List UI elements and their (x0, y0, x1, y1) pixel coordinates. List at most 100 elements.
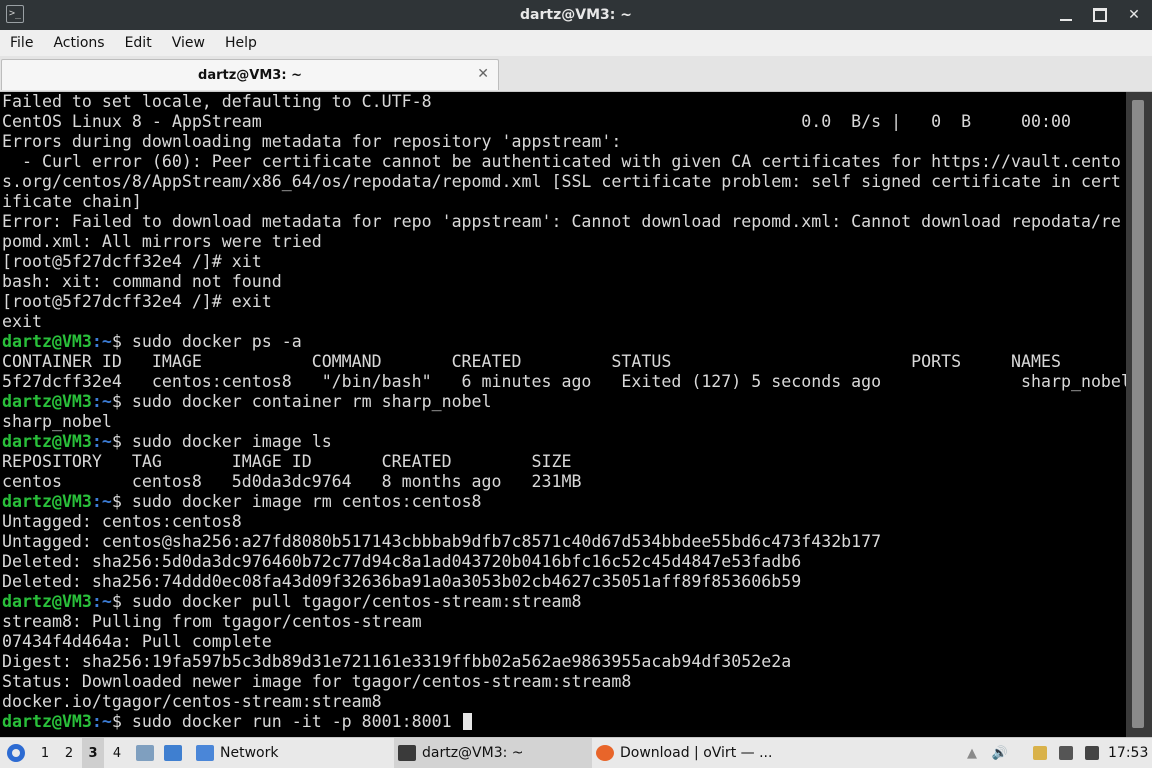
output-line: Untagged: centos:centos8 (2, 512, 1126, 532)
terminal-icon (398, 745, 416, 761)
eject-icon: ▲ (967, 745, 977, 761)
taskbar-network[interactable]: Network (192, 738, 392, 768)
output-line: s.org/centos/8/AppStream/x86_64/os/repod… (2, 172, 1126, 192)
terminal-app-icon[interactable]: >_ (6, 5, 24, 23)
files-launcher[interactable] (132, 738, 158, 768)
output-line: docker.io/tgagor/centos-stream:stream8 (2, 692, 1126, 712)
output-line: 5f27dcff32e4 centos:centos8 "/bin/bash" … (2, 372, 1126, 392)
line-text: - Curl error (60): Peer certificate cann… (2, 152, 1121, 171)
output-line: REPOSITORY TAG IMAGE ID CREATED SIZE (2, 452, 1126, 472)
maximize-icon[interactable] (1090, 5, 1110, 25)
menu-file[interactable]: File (0, 35, 43, 51)
line-text: stream8: Pulling from tgagor/centos-stre… (2, 612, 422, 631)
taskbar-terminal[interactable]: dartz@VM3: ~ (394, 738, 592, 768)
eject-tray[interactable]: ▲ (960, 738, 984, 768)
prompt-path: :~ (91, 712, 112, 731)
terminal-output[interactable]: Failed to set locale, defaulting to C.UT… (0, 92, 1126, 737)
menu-view[interactable]: View (162, 35, 215, 51)
menu-actions[interactable]: Actions (43, 35, 114, 51)
start-menu-icon (7, 744, 25, 762)
menu-edit[interactable]: Edit (115, 35, 162, 51)
taskbar-clock[interactable]: 17:53 (1108, 738, 1148, 768)
prompt-path: :~ (91, 432, 112, 451)
taskbar-firefox[interactable]: Download | oVirt — ... (592, 738, 796, 768)
prompt-path: :~ (91, 392, 112, 411)
line-text: [root@5f27dcff32e4 /]# exit (2, 292, 272, 311)
prompt-user: dartz@VM3 (2, 432, 92, 451)
output-line: Failed to set locale, defaulting to C.UT… (2, 92, 1126, 112)
title-bar[interactable]: >_ dartz@VM3: ~ ✕ (0, 0, 1152, 30)
task-label: Network (220, 745, 279, 761)
firefox-icon (596, 745, 614, 761)
window-title: dartz@VM3: ~ (520, 7, 632, 23)
power-tray[interactable] (1080, 738, 1104, 768)
prompt-user: dartz@VM3 (2, 332, 92, 351)
prompt-line: dartz@VM3:~$ sudo docker pull tgagor/cen… (2, 592, 1126, 612)
line-text: $ sudo docker image rm centos:centos8 (111, 492, 482, 511)
workspace-4[interactable]: 4 (106, 738, 128, 768)
line-text: bash: xit: command not found (2, 272, 282, 291)
output-line: CONTAINER ID IMAGE COMMAND CREATED STATU… (2, 352, 1126, 372)
tab-terminal[interactable]: dartz@VM3: ~ ✕ (1, 59, 499, 90)
line-text: Untagged: centos@sha256:a27fd8080b517143… (2, 532, 882, 551)
task-label: dartz@VM3: ~ (422, 745, 524, 761)
line-text: Error: Failed to download metadata for r… (2, 212, 1121, 231)
terminal-text: Failed to set locale, defaulting to C.UT… (0, 92, 1126, 732)
line-text: REPOSITORY TAG IMAGE ID CREATED SIZE (2, 452, 572, 471)
output-line: 07434f4d464a: Pull complete (2, 632, 1126, 652)
app-window: >_ dartz@VM3: ~ ✕ File Actions Edit View Hel… (0, 0, 1152, 768)
menu-help[interactable]: Help (215, 35, 267, 51)
output-line: ificate chain] (2, 192, 1126, 212)
close-icon[interactable]: ✕ (1124, 5, 1144, 25)
output-line: Untagged: centos@sha256:a27fd8080b517143… (2, 532, 1126, 552)
tab-close-icon[interactable]: ✕ (477, 66, 489, 82)
terminal-scrollbar[interactable] (1126, 92, 1152, 737)
volume-tray[interactable]: 🔊 (988, 738, 1012, 768)
output-line: Error: Failed to download metadata for r… (2, 212, 1126, 232)
line-text: CONTAINER ID IMAGE COMMAND CREATED STATU… (2, 352, 1061, 371)
output-line: [root@5f27dcff32e4 /]# xit (2, 252, 1126, 272)
workspace-2[interactable]: 2 (58, 738, 80, 768)
output-line: CentOS Linux 8 - AppStream 0.0 B/s | 0 B… (2, 112, 1126, 132)
line-text: $ sudo docker image ls (111, 432, 332, 451)
output-line: pomd.xml: All mirrors were tried (2, 232, 1126, 252)
desktop-launcher[interactable] (160, 738, 186, 768)
network-tray[interactable] (1054, 738, 1078, 768)
line-text: docker.io/tgagor/centos-stream:stream8 (2, 692, 382, 711)
prompt-line: dartz@VM3:~$ sudo docker ps -a (2, 332, 1126, 352)
output-line: [root@5f27dcff32e4 /]# exit (2, 292, 1126, 312)
output-line: Deleted: sha256:5d0da3dc976460b72c77d94c… (2, 552, 1126, 572)
tab-label: dartz@VM3: ~ (198, 67, 302, 83)
desktop-icon (164, 745, 182, 761)
tab-bar: dartz@VM3: ~ ✕ (0, 56, 1152, 92)
clipboard-tray[interactable] (1028, 738, 1052, 768)
prompt-user: dartz@VM3 (2, 712, 92, 731)
output-line: Deleted: sha256:74ddd0ec08fa43d09f32636b… (2, 572, 1126, 592)
line-text: $ sudo docker ps -a (111, 332, 302, 351)
line-text: [root@5f27dcff32e4 /]# xit (2, 252, 262, 271)
minimize-icon[interactable] (1056, 5, 1076, 25)
volume-icon: 🔊 (991, 745, 1009, 761)
output-line: stream8: Pulling from tgagor/centos-stre… (2, 612, 1126, 632)
line-text: Failed to set locale, defaulting to C.UT… (2, 92, 432, 111)
line-text: sharp_nobel (2, 412, 112, 431)
line-text: ificate chain] (2, 192, 142, 211)
line-text: Untagged: centos:centos8 (2, 512, 242, 531)
task-label: Download | oVirt — ... (620, 745, 773, 761)
start-menu-button[interactable] (4, 738, 28, 768)
workspace-3[interactable]: 3 (82, 738, 104, 768)
output-line: - Curl error (60): Peer certificate cann… (2, 152, 1126, 172)
line-text: CentOS Linux 8 - AppStream 0.0 B/s | 0 B… (2, 112, 1071, 131)
line-text: pomd.xml: All mirrors were tried (2, 232, 322, 251)
output-line: bash: xit: command not found (2, 272, 1126, 292)
line-text: Deleted: sha256:74ddd0ec08fa43d09f32636b… (2, 572, 802, 591)
line-text: 5f27dcff32e4 centos:centos8 "/bin/bash" … (2, 372, 1126, 391)
prompt-user: dartz@VM3 (2, 392, 92, 411)
line-text: exit (2, 312, 42, 331)
prompt-path: :~ (91, 592, 112, 611)
line-text: $ sudo docker run -it -p 8001:8001 (111, 712, 462, 731)
window-controls: ✕ (1056, 0, 1144, 30)
scrollbar-thumb[interactable] (1132, 100, 1144, 728)
workspace-1[interactable]: 1 (34, 738, 56, 768)
line-text: Errors during downloading metadata for r… (2, 132, 622, 151)
